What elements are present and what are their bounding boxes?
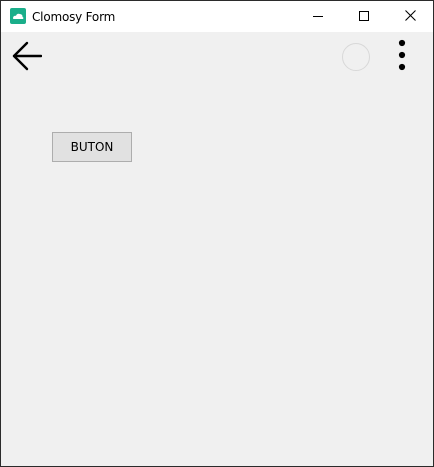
minimize-icon xyxy=(313,8,323,26)
close-button[interactable] xyxy=(387,1,433,32)
maximize-icon xyxy=(359,8,369,26)
clomosy-logo-icon xyxy=(10,8,26,24)
maximize-button[interactable] xyxy=(341,1,387,32)
close-icon xyxy=(404,8,416,26)
app-window: Clomosy Form BUTON xyxy=(0,0,434,467)
window-title: Clomosy Form xyxy=(32,10,116,24)
main-button[interactable]: BUTON xyxy=(52,132,132,162)
title-bar[interactable]: Clomosy Form xyxy=(1,1,433,32)
arrow-left-icon xyxy=(12,41,43,76)
form-client-area: BUTON xyxy=(1,32,433,466)
circle-icon[interactable] xyxy=(342,43,370,71)
back-button[interactable] xyxy=(11,41,43,76)
more-options-button[interactable] xyxy=(390,39,414,78)
more-vertical-icon xyxy=(398,39,406,78)
minimize-button[interactable] xyxy=(295,1,341,32)
